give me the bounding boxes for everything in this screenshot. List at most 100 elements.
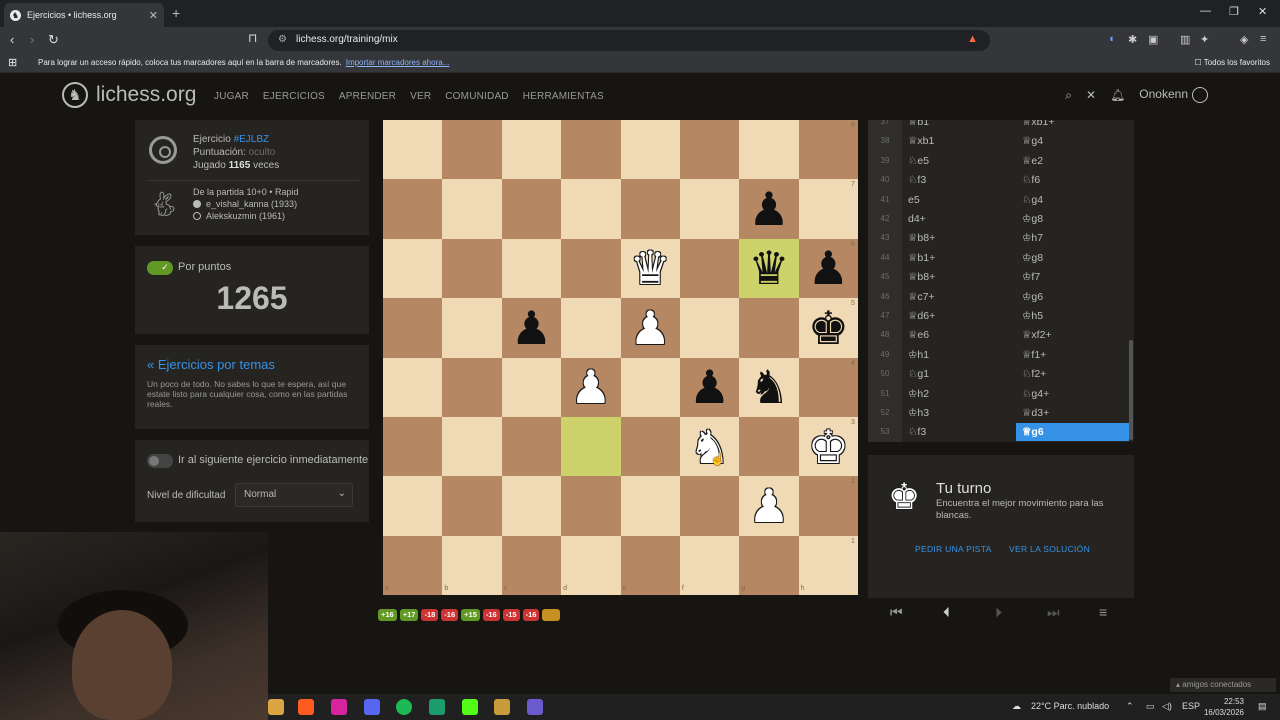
white-move[interactable]: ♕d6+ (908, 310, 935, 322)
result-chip[interactable]: -15 (502, 609, 520, 621)
square-g8[interactable] (739, 120, 799, 180)
volume-icon[interactable]: ◁) (1162, 701, 1172, 712)
discord-icon[interactable] (364, 699, 380, 715)
menu-icon[interactable]: ≡ (1099, 604, 1107, 620)
square-a6[interactable] (383, 238, 443, 299)
white-player[interactable]: e_vishal_kanna (1933) (193, 198, 298, 210)
white-piece-e6[interactable]: ♛ (621, 239, 680, 298)
black-move[interactable]: ♕g4 (1022, 135, 1043, 147)
square-f5[interactable] (679, 298, 740, 358)
square-d7[interactable] (561, 179, 621, 239)
square-h7[interactable] (798, 179, 858, 239)
square-a8[interactable] (383, 120, 443, 180)
square-h4[interactable] (798, 357, 858, 417)
result-chip[interactable]: +15 (461, 609, 480, 621)
white-piece-e5[interactable]: ♟ (621, 298, 680, 357)
white-move[interactable]: ♘f3 (908, 174, 926, 186)
square-b1[interactable] (442, 535, 502, 595)
hint-button[interactable]: PEDIR UNA PISTA (915, 544, 992, 554)
black-piece-f4[interactable]: ♟ (680, 358, 739, 417)
white-move[interactable]: e5 (908, 194, 920, 206)
weather-text[interactable]: 22°C Parc. nublado (1031, 701, 1109, 711)
square-d5[interactable] (561, 298, 621, 358)
reload-icon[interactable]: ↻ (48, 32, 59, 48)
restore-icon[interactable]: ❐ (1229, 5, 1239, 18)
square-f2[interactable] (679, 476, 740, 536)
square-d2[interactable] (561, 476, 621, 536)
view-solution-button[interactable]: VER LA SOLUCIÓN (1009, 544, 1090, 554)
square-a4[interactable] (383, 357, 443, 417)
square-b5[interactable] (442, 298, 502, 358)
brave-browser-icon[interactable] (298, 699, 314, 715)
next-move-icon[interactable]: ⏵ (995, 604, 1002, 621)
tray-expand-icon[interactable]: ⌃ (1126, 701, 1134, 712)
square-g1[interactable] (739, 535, 799, 595)
black-player[interactable]: Alekskuzmin (1961) (193, 210, 298, 222)
square-h2[interactable] (798, 476, 858, 536)
black-move[interactable]: ♔g6 (1022, 291, 1043, 303)
square-e7[interactable] (620, 179, 680, 239)
white-piece-h3[interactable]: ♚ (799, 417, 858, 476)
square-h1[interactable] (798, 535, 858, 595)
app-icon[interactable] (429, 699, 445, 715)
network-icon[interactable]: ▭ (1146, 701, 1155, 712)
puzzle-id-link[interactable]: #EJLBZ (234, 134, 270, 145)
instagram-icon[interactable] (331, 699, 347, 715)
result-chip[interactable]: -16 (441, 609, 459, 621)
square-e8[interactable] (620, 120, 680, 180)
notifications-icon[interactable]: 🔔︎ (1110, 88, 1125, 102)
square-b8[interactable] (442, 120, 502, 180)
current-move[interactable]: ♕g6 (1016, 423, 1129, 442)
forward-icon[interactable]: › (30, 32, 34, 47)
kick-icon[interactable] (462, 699, 478, 715)
white-move[interactable]: ♘f3 (908, 426, 926, 438)
weather-icon[interactable]: ☁ (1012, 701, 1021, 712)
square-c6[interactable] (501, 238, 562, 299)
new-tab-button[interactable]: + (172, 5, 180, 21)
square-a3[interactable] (383, 416, 443, 477)
square-c1[interactable] (501, 535, 562, 595)
square-c4[interactable] (501, 357, 562, 417)
square-e4[interactable] (620, 357, 680, 417)
close-tab-icon[interactable]: ✕ (149, 9, 158, 22)
square-a5[interactable] (383, 298, 443, 358)
result-chip[interactable]: -16 (522, 609, 540, 621)
leo-icon[interactable]: ✦ (1200, 33, 1209, 46)
white-move[interactable]: ♕c7+ (908, 291, 935, 303)
white-move[interactable]: ♕xb1 (908, 135, 934, 147)
result-chip[interactable]: -16 (482, 609, 500, 621)
spotify-icon[interactable] (396, 699, 412, 715)
black-move[interactable]: ♔g8 (1022, 213, 1043, 225)
menu-tools[interactable]: HERRAMIENTAS (523, 91, 604, 102)
square-c7[interactable] (501, 179, 562, 239)
black-move[interactable]: ♕xf2+ (1022, 329, 1052, 341)
square-c8[interactable] (501, 120, 562, 180)
white-piece-d4[interactable]: ♟ (561, 358, 620, 417)
menu-icon[interactable]: ≡ (1260, 33, 1266, 45)
window-close-icon[interactable]: ✕ (1258, 5, 1267, 18)
square-f6[interactable] (679, 238, 740, 299)
menu-watch[interactable]: VER (410, 91, 431, 102)
white-move[interactable]: ♔h3 (908, 407, 929, 419)
black-move[interactable]: ♘f2+ (1022, 368, 1046, 380)
square-b3[interactable] (442, 416, 502, 477)
white-move[interactable]: ♕b1 (908, 120, 929, 128)
square-b6[interactable] (442, 238, 502, 299)
user-menu[interactable]: Onokenn (1139, 87, 1208, 103)
all-favorites[interactable]: ☐ Todos los favoritos (1194, 58, 1270, 67)
black-move[interactable]: ♘g4 (1022, 194, 1043, 206)
white-move[interactable]: ♕b8+ (908, 271, 935, 283)
browser-tab[interactable]: ♞ Ejercicios • lichess.org ✕ (4, 3, 164, 27)
square-e1[interactable] (620, 535, 680, 595)
import-bookmarks-link[interactable]: Importar marcadores ahora... (346, 58, 450, 67)
result-chip[interactable]: +17 (399, 609, 419, 621)
square-e3[interactable] (620, 416, 680, 477)
black-move[interactable]: ♘g4+ (1022, 388, 1049, 400)
square-d6[interactable] (561, 238, 621, 299)
game-link[interactable]: De la partida 10+0 • Rapid (193, 186, 298, 198)
result-chip[interactable]: -18 (421, 609, 439, 621)
black-piece-g7[interactable]: ♟ (739, 179, 798, 238)
black-piece-g4[interactable]: ♞ (739, 358, 798, 417)
black-move[interactable]: ♕d3+ (1022, 407, 1049, 419)
address-bar[interactable]: ⚙ lichess.org/training/mix ▲ (268, 30, 990, 51)
